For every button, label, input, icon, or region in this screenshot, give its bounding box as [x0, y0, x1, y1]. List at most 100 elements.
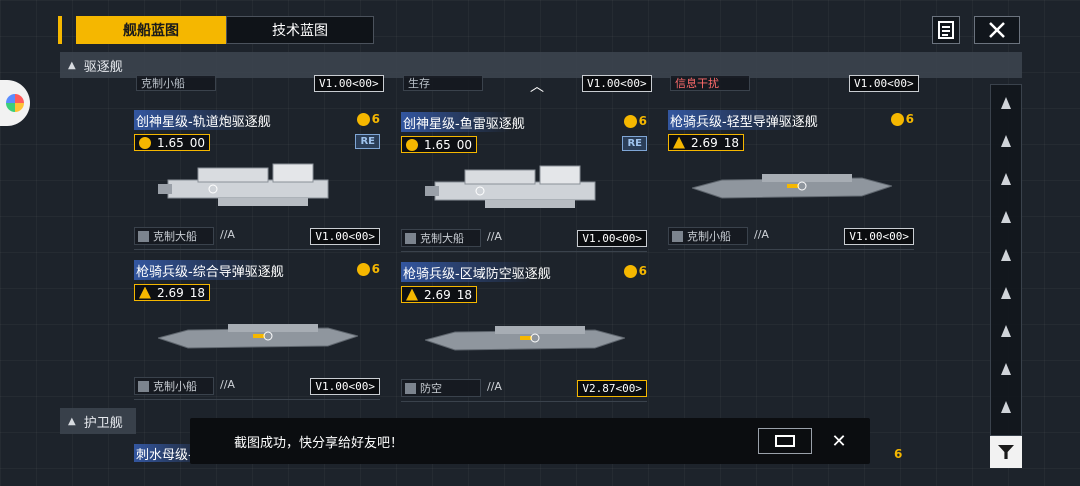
re-badge: RE — [622, 136, 647, 151]
class-tag: 克制大船 — [401, 229, 481, 247]
class-icon — [138, 380, 149, 392]
accent-mark — [58, 16, 62, 44]
class-tag: 克制小船 — [668, 227, 748, 245]
version-label: V1.00<00> — [849, 75, 919, 92]
ship-type-filter-item[interactable] — [991, 355, 1021, 383]
class-tag: 信息干扰 — [670, 75, 750, 91]
class-icon — [672, 230, 683, 242]
tier-badge: 6 — [356, 112, 380, 126]
tier-badge: 6 — [623, 114, 647, 128]
card-name: 创神星级-鱼雷驱逐舰 — [401, 112, 529, 132]
ship-illustration — [158, 324, 358, 349]
blueprint-card[interactable]: 创神星级-轨道炮驱逐舰 6 1.65 00 RE 克制大船 //A V1.00<00> — [134, 110, 380, 250]
ship-type-icon — [1001, 325, 1011, 337]
grade-label: //A — [220, 228, 235, 241]
blueprint-card[interactable]: 枪骑兵级-轻型导弹驱逐舰 6 2.69 18 克制小船 //A V1.00<00> — [668, 110, 914, 250]
cost-box: 1.65 00 — [401, 136, 477, 153]
scroll-up-icon[interactable]: ︿ — [530, 76, 544, 96]
class-tag: 防空 — [401, 379, 481, 397]
ship-type-icon — [1001, 249, 1011, 261]
cost-icon — [139, 286, 151, 299]
section-title: 护卫舰 — [83, 415, 123, 431]
ship-type-icon — [1001, 211, 1011, 223]
version-label: V1.00<00> — [310, 228, 380, 245]
floating-assistant-button[interactable] — [0, 80, 30, 126]
class-icon — [138, 230, 149, 242]
ship-type-filter-item[interactable] — [991, 127, 1021, 155]
grade-label: //A — [487, 380, 502, 393]
cost-icon — [406, 138, 418, 151]
re-badge: RE — [355, 134, 380, 149]
ship-type-filter-item[interactable] — [991, 317, 1021, 345]
blueprint-card[interactable]: 枪骑兵级-区域防空驱逐舰 6 2.69 18 防空 //A V2.87<00> — [401, 262, 647, 402]
assistant-icon — [6, 94, 24, 112]
top-bar: 舰船蓝图 技术蓝图 — [0, 0, 1080, 48]
tier-badge: 6 — [890, 112, 914, 126]
class-icon — [405, 232, 416, 244]
class-tag: 克制小船 — [136, 75, 216, 91]
share-icon — [775, 435, 795, 447]
tier-icon — [890, 112, 904, 126]
ship-type-filter-item[interactable] — [991, 241, 1021, 269]
class-tag: 克制小船 — [134, 377, 214, 395]
blueprint-card[interactable]: 创神星级-鱼雷驱逐舰 6 1.65 00 RE 克制大船 //A V1.00<00> — [401, 112, 647, 252]
section-header-frigate[interactable]: ▲ 护卫舰 — [60, 408, 136, 434]
card-name: 枪骑兵级-综合导弹驱逐舰 — [134, 260, 288, 280]
cost-box: 1.65 00 — [134, 134, 210, 151]
toast-text: 截图成功，快分享给好友吧！ — [234, 435, 404, 451]
cost-box: 2.69 18 — [668, 134, 744, 151]
card-name: 枪骑兵级-区域防空驱逐舰 — [401, 262, 555, 282]
ship-type-icon — [1001, 363, 1011, 375]
share-button[interactable] — [758, 428, 812, 454]
tier-icon — [356, 112, 370, 126]
document-icon — [938, 21, 954, 39]
version-label: V1.00<00> — [582, 75, 652, 92]
collapse-triangle-icon: ▲ — [68, 59, 76, 71]
close-icon — [989, 22, 1005, 38]
document-button[interactable] — [932, 16, 960, 44]
filter-icon — [998, 445, 1014, 459]
version-label: V2.87<00> — [577, 380, 647, 397]
tab-tech-blueprint[interactable]: 技术蓝图 — [226, 16, 374, 44]
cost-icon — [406, 288, 418, 301]
ship-type-filter-item[interactable] — [991, 89, 1021, 117]
class-icon — [405, 382, 416, 394]
version-label: V1.00<00> — [844, 228, 914, 245]
filter-button[interactable] — [990, 436, 1022, 468]
ship-type-filter-item[interactable] — [991, 393, 1021, 421]
tier-badge-peek: 6 — [894, 447, 903, 461]
tier-badge: 6 — [356, 262, 380, 276]
ship-illustration — [425, 326, 625, 351]
cost-box: 2.69 18 — [134, 284, 210, 301]
tier-badge: 6 — [623, 264, 647, 278]
cost-icon — [673, 136, 685, 149]
card-name: 创神星级-轨道炮驱逐舰 — [134, 110, 275, 130]
ship-type-filter-item[interactable] — [991, 203, 1021, 231]
grade-label: //A — [487, 230, 502, 243]
ship-type-icon — [1001, 173, 1011, 185]
card-name: 枪骑兵级-轻型导弹驱逐舰 — [668, 110, 822, 130]
ship-type-rail — [990, 84, 1022, 436]
grade-label: //A — [754, 228, 769, 241]
section-title: 驱逐舰 — [83, 59, 123, 75]
ship-illustration — [425, 165, 596, 208]
ship-type-filter-item[interactable] — [991, 279, 1021, 307]
version-label: V1.00<00> — [310, 378, 380, 395]
ship-type-icon — [1001, 135, 1011, 147]
screenshot-toast: 截图成功，快分享给好友吧！ ✕ — [190, 418, 870, 464]
blueprint-card[interactable]: 枪骑兵级-综合导弹驱逐舰 6 2.69 18 克制小船 //A V1.00<00> — [134, 260, 380, 400]
tab-ship-blueprint[interactable]: 舰船蓝图 — [76, 16, 226, 44]
ship-type-icon — [1001, 401, 1011, 413]
version-label: V1.00<00> — [577, 230, 647, 247]
tier-icon — [623, 114, 637, 128]
ship-illustration — [158, 163, 329, 206]
collapse-triangle-icon: ▲ — [68, 415, 76, 427]
cost-box: 2.69 18 — [401, 286, 477, 303]
grade-label: //A — [220, 378, 235, 391]
ship-type-icon — [1001, 287, 1011, 299]
close-button[interactable] — [974, 16, 1020, 44]
toast-close-button[interactable]: ✕ — [826, 428, 852, 454]
tier-icon — [356, 262, 370, 276]
cost-icon — [139, 136, 151, 149]
ship-type-filter-item[interactable] — [991, 165, 1021, 193]
